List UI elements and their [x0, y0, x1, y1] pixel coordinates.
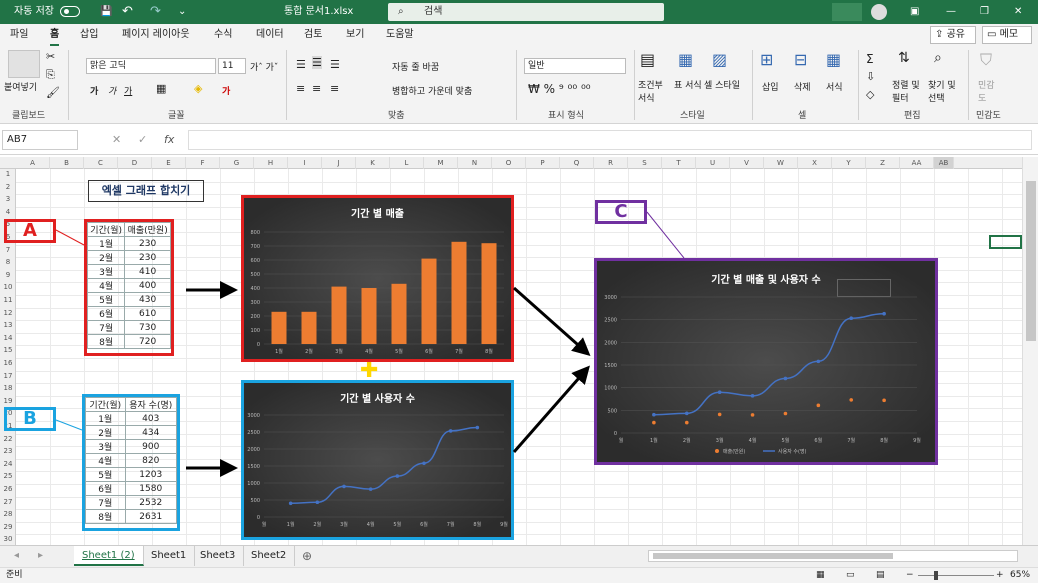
arrow-line-to-combo	[512, 365, 590, 453]
sheet-tab-3[interactable]: Sheet3	[192, 546, 245, 566]
page-break-view-icon[interactable]: ▤	[876, 568, 885, 583]
normal-view-icon[interactable]: ▦	[816, 568, 825, 583]
ready-status: 준비	[6, 570, 23, 580]
sheet-tabs-bar: ◂ ▸ Sheet1 (2) Sheet1 Sheet3 Sheet2 ⊕	[0, 545, 1038, 567]
connector-b	[55, 419, 83, 431]
arrows-overlay	[55, 211, 685, 477]
zoom-level[interactable]: 65%	[1010, 568, 1030, 583]
next-sheet-icon[interactable]: ▸	[38, 550, 43, 561]
connector-c	[646, 211, 685, 259]
sheet-tab-1[interactable]: Sheet1 (2)	[74, 546, 144, 566]
zoom-slider[interactable]	[918, 575, 994, 576]
prev-sheet-icon[interactable]: ◂	[14, 550, 19, 561]
page-layout-view-icon[interactable]: ▭	[846, 568, 855, 583]
horizontal-scrollbar[interactable]	[648, 550, 1018, 562]
add-sheet-icon[interactable]: ⊕	[302, 549, 312, 563]
zoom-thumb[interactable]	[934, 571, 938, 580]
sheet-tab-2[interactable]: Sheet1	[143, 546, 196, 566]
zoom-in-icon[interactable]: +	[996, 568, 1004, 583]
connector-a	[55, 229, 85, 246]
status-bar: 준비 ▦ ▭ ▤ − + 65%	[0, 567, 1038, 583]
zoom-out-icon[interactable]: −	[906, 568, 914, 583]
arrow-bar-to-combo	[513, 286, 591, 356]
sheet-tab-4[interactable]: Sheet2	[243, 546, 296, 566]
hscroll-thumb[interactable]	[653, 553, 893, 559]
